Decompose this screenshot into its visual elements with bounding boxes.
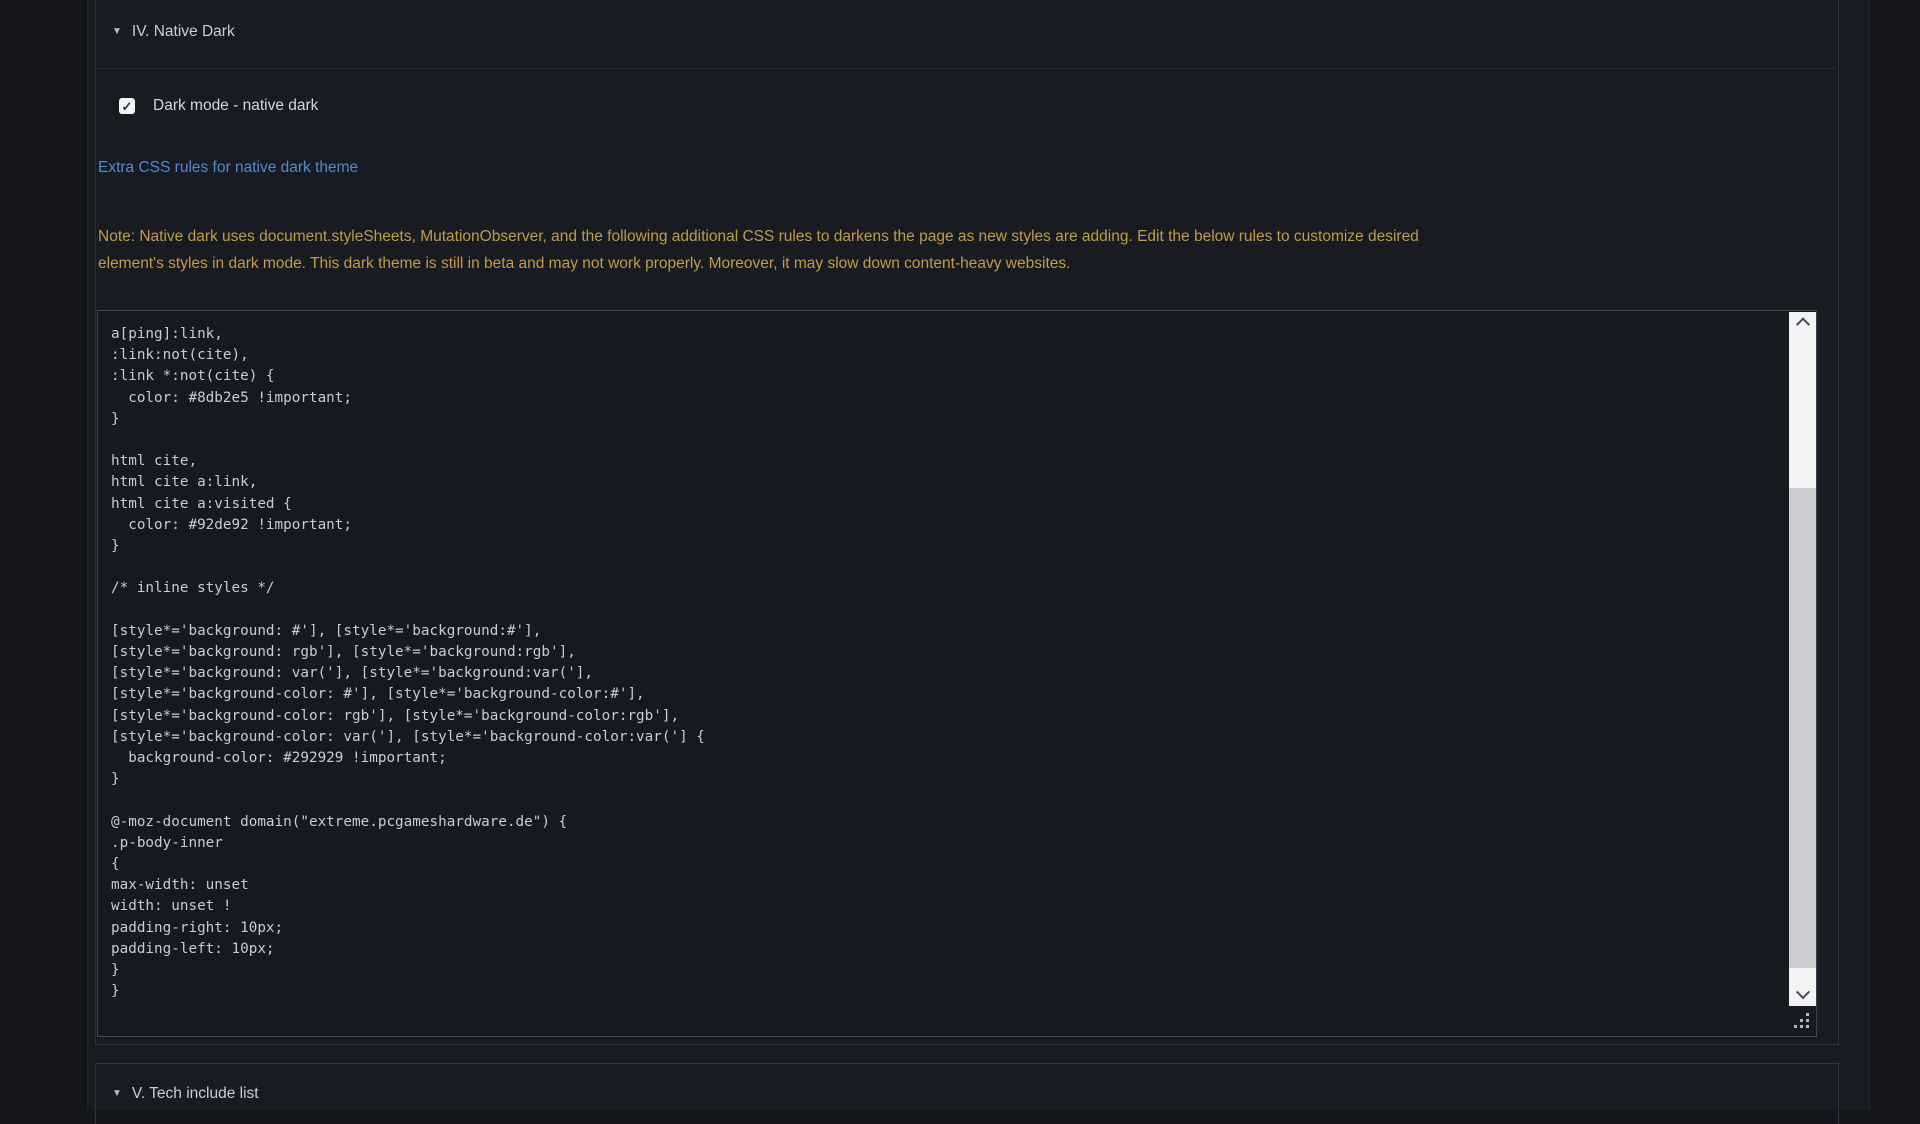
grip-dot [1800,1019,1803,1022]
scrollbar-track[interactable] [1789,312,1816,1006]
extra-css-rules-link[interactable]: Extra CSS rules for native dark theme [98,159,358,177]
collapse-triangle-icon: ▼ [112,1089,122,1099]
chevron-up-icon [1795,317,1809,331]
scrollbar-down-button[interactable] [1789,984,1816,1006]
native-dark-checkbox-label[interactable]: Dark mode - native dark [153,97,318,115]
grip-dot [1794,1025,1797,1028]
note-line-1: Note: Native dark uses document.styleShe… [98,223,1419,250]
grip-dot [1806,1019,1809,1022]
css-rules-textarea[interactable]: a[ping]:link, :link:not(cite), :link *:n… [97,310,1817,1037]
textarea-resize-grip[interactable] [1794,1013,1810,1029]
css-rules-content: a[ping]:link, :link:not(cite), :link *:n… [111,324,705,1003]
section-header-divider [96,68,1836,69]
grip-dot [1800,1025,1803,1028]
scrollbar-up-button[interactable] [1789,312,1816,334]
grip-dot [1806,1025,1809,1028]
native-dark-checkbox-row[interactable]: ✓ Dark mode - native dark [119,97,318,115]
section-header-tech-include[interactable]: ▼ V. Tech include list [112,1084,259,1104]
checkmark-icon: ✓ [122,100,133,113]
section-tech-include-panel [95,1063,1839,1124]
scrollbar-thumb[interactable] [1789,488,1816,968]
section-title-native-dark: IV. Native Dark [132,23,235,41]
note-line-2: element's styles in dark mode. This dark… [98,250,1419,277]
section-header-native-dark[interactable]: ▼ IV. Native Dark [112,22,235,42]
section-title-tech-include: V. Tech include list [132,1085,259,1103]
options-page: ▼ IV. Native Dark ✓ Dark mode - native d… [0,0,1920,1095]
collapse-triangle-icon: ▼ [112,27,122,37]
native-dark-note: Note: Native dark uses document.styleShe… [98,223,1419,277]
grip-dot [1806,1013,1809,1016]
chevron-down-icon [1795,985,1809,999]
native-dark-checkbox[interactable]: ✓ [119,98,135,114]
